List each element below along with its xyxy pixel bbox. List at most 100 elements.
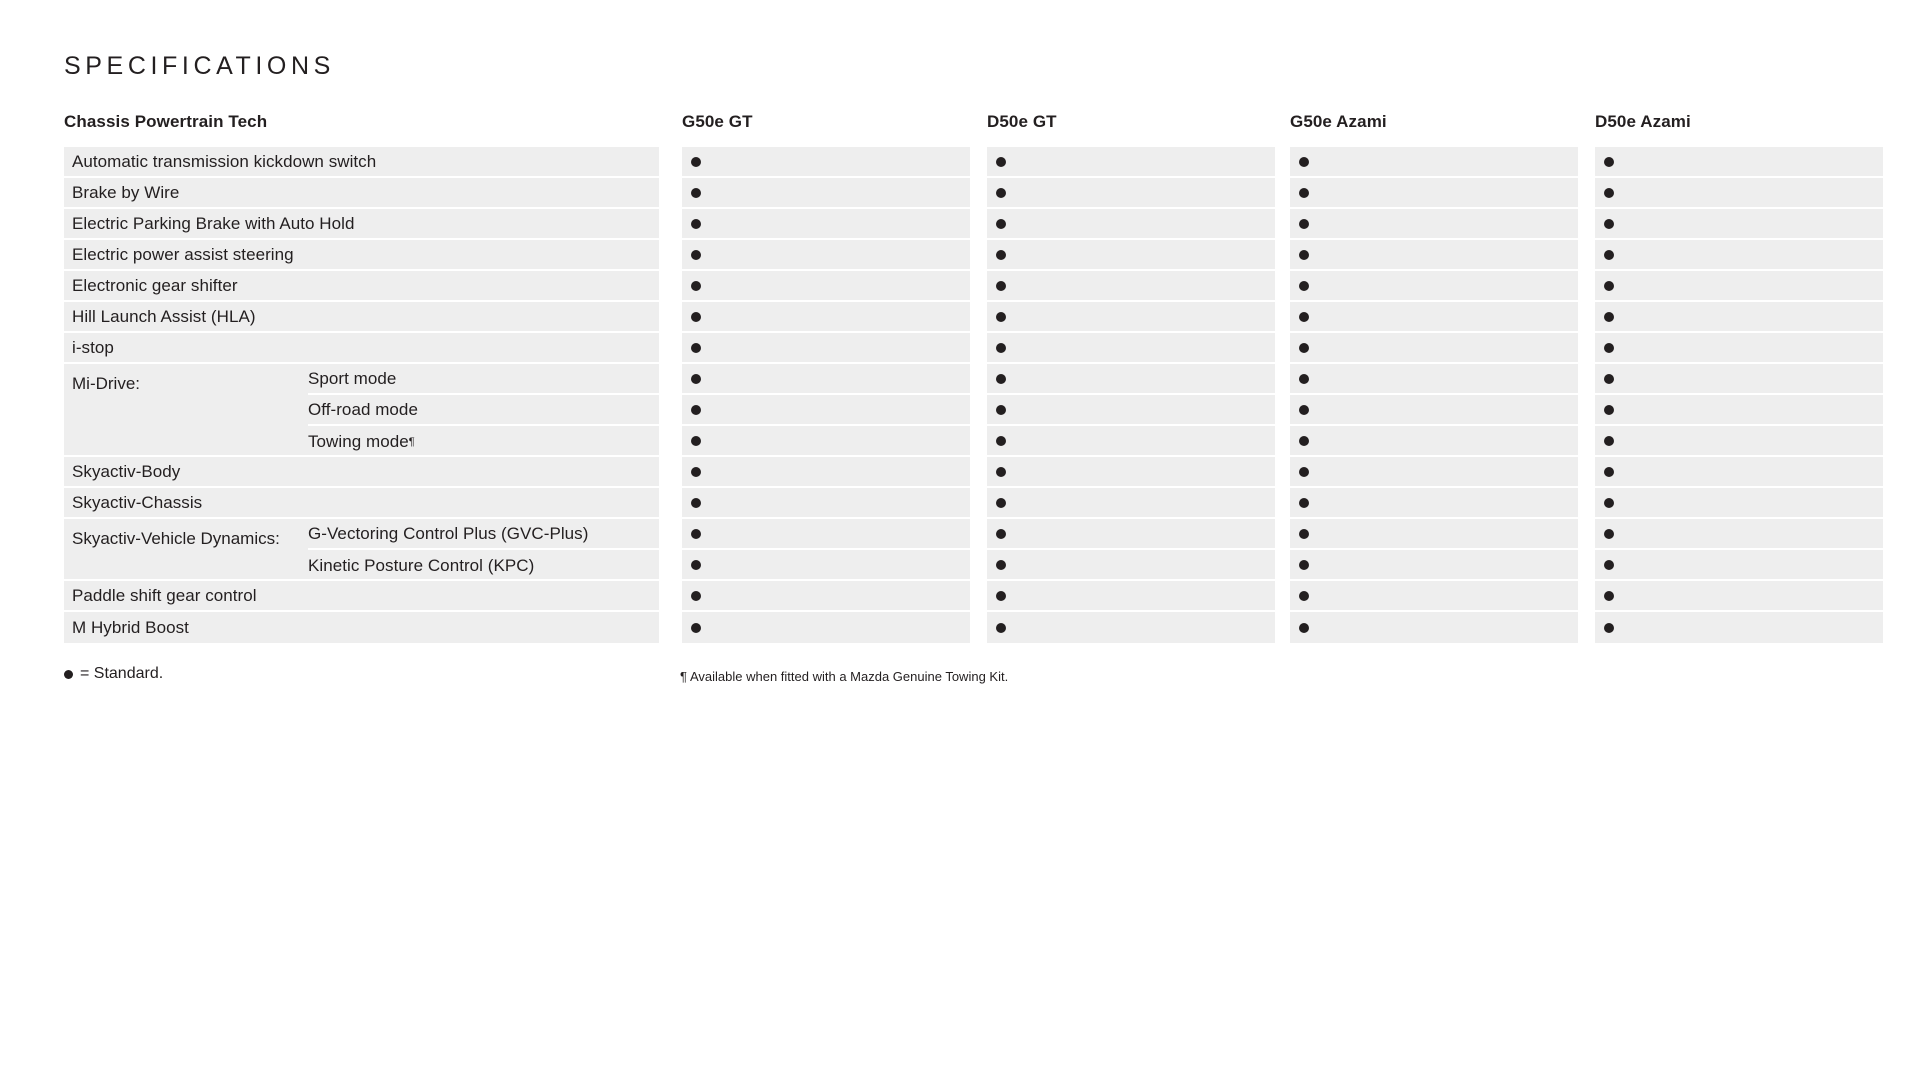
feature-label-text: Skyactiv-Body [72, 461, 181, 481]
feature-label-cell: M Hybrid Boost [64, 612, 659, 643]
feature-label-text: Automatic transmission kickdown switch [72, 151, 377, 171]
feature-label-cell: Paddle shift gear control [64, 581, 659, 612]
feature-group-label: Skyactiv-Vehicle Dynamics: [72, 529, 280, 548]
feature-label-text: Electronic gear shifter [72, 275, 238, 295]
standard-dot-icon [996, 466, 1006, 477]
standard-dot-icon [691, 156, 701, 167]
standard-dot-icon [1604, 466, 1614, 477]
availability-cell [682, 519, 970, 550]
availability-cell [1595, 426, 1883, 457]
availability-cell [682, 209, 970, 240]
availability-cell [682, 364, 970, 395]
standard-dot-icon [996, 249, 1006, 260]
standard-dot-icon [996, 497, 1006, 508]
availability-cell [1595, 457, 1883, 488]
availability-cell [1290, 147, 1578, 178]
availability-cell [1290, 519, 1578, 550]
standard-dot-icon [1604, 373, 1614, 384]
availability-cell [987, 457, 1275, 488]
feature-label-cell: Skyactiv-Chassis [64, 488, 659, 519]
standard-dot-icon [1604, 156, 1614, 167]
standard-dot-icon [1299, 497, 1309, 508]
availability-cell [682, 395, 970, 426]
standard-dot-icon [691, 590, 701, 601]
tick-column-d50e-gt [987, 147, 1275, 643]
feature-label-text: i-stop [72, 337, 114, 357]
standard-dot-icon [1299, 156, 1309, 167]
standard-dot-icon [996, 342, 1006, 353]
standard-dot-icon [1604, 435, 1614, 446]
availability-cell [682, 550, 970, 581]
standard-dot-icon [996, 559, 1006, 570]
standard-dot-icon [691, 528, 701, 539]
feature-subrow-text: Off-road mode [308, 399, 418, 419]
standard-dot-icon [691, 497, 701, 508]
availability-cell [1595, 488, 1883, 519]
availability-cell [1595, 178, 1883, 209]
feature-subrow-label: Off-road mode [308, 395, 659, 426]
availability-cell [682, 147, 970, 178]
standard-dot-icon [1299, 373, 1309, 384]
standard-dot-icon [1604, 187, 1614, 198]
standard-dot-icon [1604, 249, 1614, 260]
standard-dot-icon [1299, 466, 1309, 477]
feature-label-cell: i-stop [64, 333, 659, 364]
availability-cell [987, 178, 1275, 209]
availability-cell [682, 333, 970, 364]
standard-dot-icon [691, 435, 701, 446]
feature-subrow-text: Sport mode [308, 368, 397, 388]
footnote-towing-mark: ¶ [680, 669, 687, 684]
standard-dot-icon [996, 187, 1006, 198]
standard-dot-icon [996, 528, 1006, 539]
availability-cell [682, 457, 970, 488]
feature-label-cell: Electric power assist steering [64, 240, 659, 271]
availability-cell [1290, 612, 1578, 643]
availability-cell [1595, 302, 1883, 333]
standard-dot-icon [691, 311, 701, 322]
availability-cell [1290, 178, 1578, 209]
availability-cell [1290, 364, 1578, 395]
standard-dot-icon [996, 280, 1006, 291]
feature-subrow-label: Kinetic Posture Control (KPC) [308, 550, 659, 581]
standard-dot-icon [996, 311, 1006, 322]
availability-cell [1290, 209, 1578, 240]
standard-dot-icon [996, 590, 1006, 601]
standard-dot-icon [691, 466, 701, 477]
availability-cell [987, 488, 1275, 519]
availability-cell [1290, 550, 1578, 581]
feature-label-cell: Brake by Wire [64, 178, 659, 209]
feature-subrow-label: Towing mode ¶ [308, 431, 415, 451]
feature-group-cell: Mi-Drive: Sport mode Off-road mode Towing m… [64, 364, 659, 457]
standard-dot-icon [691, 559, 701, 570]
standard-dot-icon [1299, 559, 1309, 570]
standard-dot-icon [1604, 280, 1614, 291]
feature-label-text: Electric Parking Brake with Auto Hold [72, 213, 355, 233]
column-header-g50e-azami: G50e Azami [1290, 112, 1387, 131]
tick-column-g50e-azami [1290, 147, 1578, 643]
availability-cell [1290, 488, 1578, 519]
availability-cell [1595, 612, 1883, 643]
availability-cell [987, 581, 1275, 612]
availability-cell [1290, 426, 1578, 457]
tick-column-d50e-azami [1595, 147, 1883, 643]
availability-cell [1290, 333, 1578, 364]
feature-label-column: Automatic transmission kickdown switch Br… [64, 147, 659, 643]
standard-dot-icon [1604, 311, 1614, 322]
availability-cell [682, 426, 970, 457]
availability-cell [682, 612, 970, 643]
specifications-table: Chassis Powertrain Tech G50e GT D50e GT … [64, 112, 1883, 643]
availability-cell [1595, 271, 1883, 302]
table-header-row: Chassis Powertrain Tech G50e GT D50e GT … [64, 112, 1872, 147]
footnote-standard-text: = Standard. [80, 665, 164, 682]
feature-group-cell: Skyactiv-Vehicle Dynamics: G-Vectoring Co… [64, 519, 659, 581]
feature-label-cell: Electric Parking Brake with Auto Hold [64, 209, 659, 240]
feature-subrow-text: Towing mode [308, 431, 409, 451]
column-header-chassis-powertrain-tech: Chassis Powertrain Tech [64, 112, 268, 131]
availability-cell [1595, 395, 1883, 426]
standard-dot-icon [691, 342, 701, 353]
availability-cell [987, 209, 1275, 240]
standard-dot-icon [691, 404, 701, 415]
standard-dot-icon [1604, 404, 1614, 415]
availability-cell [987, 240, 1275, 271]
feature-label-text: Brake by Wire [72, 182, 180, 202]
